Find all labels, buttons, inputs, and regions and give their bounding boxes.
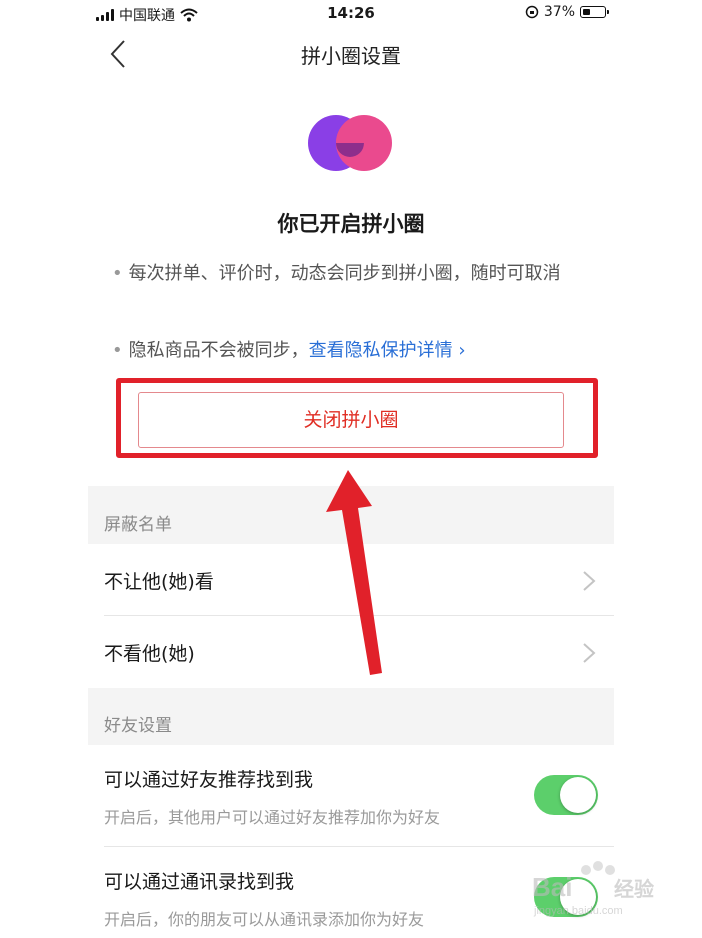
section-title-friend-settings: 好友设置 [104,716,172,736]
baidu-jingyan-watermark: Bai 经验 jingyan.baidu.com [528,858,678,922]
status-bar: 中国联通 14:26 37% [88,0,614,28]
setting-subtitle: 开启后，你的朋友可以从通讯录添加你为好友 [104,910,425,929]
battery-fill [583,9,590,15]
rotation-lock-icon [525,5,539,19]
annotation-highlight-box [116,378,598,458]
chevron-right-icon [583,643,596,663]
status-card: 你已开启拼小圈 • 每次拼单、评价时，动态会同步到拼小圈，随时可取消 • 隐私商品不… [88,80,614,486]
privacy-details-link[interactable]: 查看隐私保护详情 › [309,340,466,361]
status-right: 37% [525,4,609,20]
headline: 你已开启拼小圈 [277,212,425,236]
setting-find-via-recommendation: 可以通过好友推荐找到我 开启后，其他用户可以通过好友推荐加你为好友 [88,745,614,847]
bullet-sync-info: • 每次拼单、评价时，动态会同步到拼小圈，随时可取消 [112,263,561,284]
section-title-block-list: 屏蔽名单 [104,515,172,535]
setting-title: 可以通过好友推荐找到我 [104,769,314,791]
setting-subtitle: 开启后，其他用户可以通过好友推荐加你为好友 [104,808,441,827]
list-item-label: 不看他(她) [104,643,195,665]
list-item-label: 不让他(她)看 [104,571,214,593]
recommendation-toggle[interactable] [534,775,598,815]
phone-screen: 中国联通 14:26 37% 拼小圈设置 你已开启拼小圈 • 每次拼单、评价时，… [88,0,614,938]
bullet-privacy-text: 隐私商品不会被同步， [128,340,309,361]
bullet-sync-text: 每次拼单、评价时，动态会同步到拼小圈，随时可取消 [128,263,561,284]
watermark-brand: Bai [532,872,572,902]
page-title: 拼小圈设置 [301,44,401,68]
chevron-right-icon [583,571,596,591]
battery-percent: 37% [543,4,575,20]
setting-title: 可以通过通讯录找到我 [104,871,295,893]
battery-icon [580,6,609,18]
pinxiaoquan-logo [308,115,392,171]
bullet-privacy-info: • 隐私商品不会被同步，查看隐私保护详情 › [112,340,466,361]
watermark-label: 经验 [614,877,654,901]
watermark-url: jingyan.baidu.com [533,905,623,917]
navigation-bar: 拼小圈设置 [88,28,614,80]
annotation-arrow [326,470,382,675]
